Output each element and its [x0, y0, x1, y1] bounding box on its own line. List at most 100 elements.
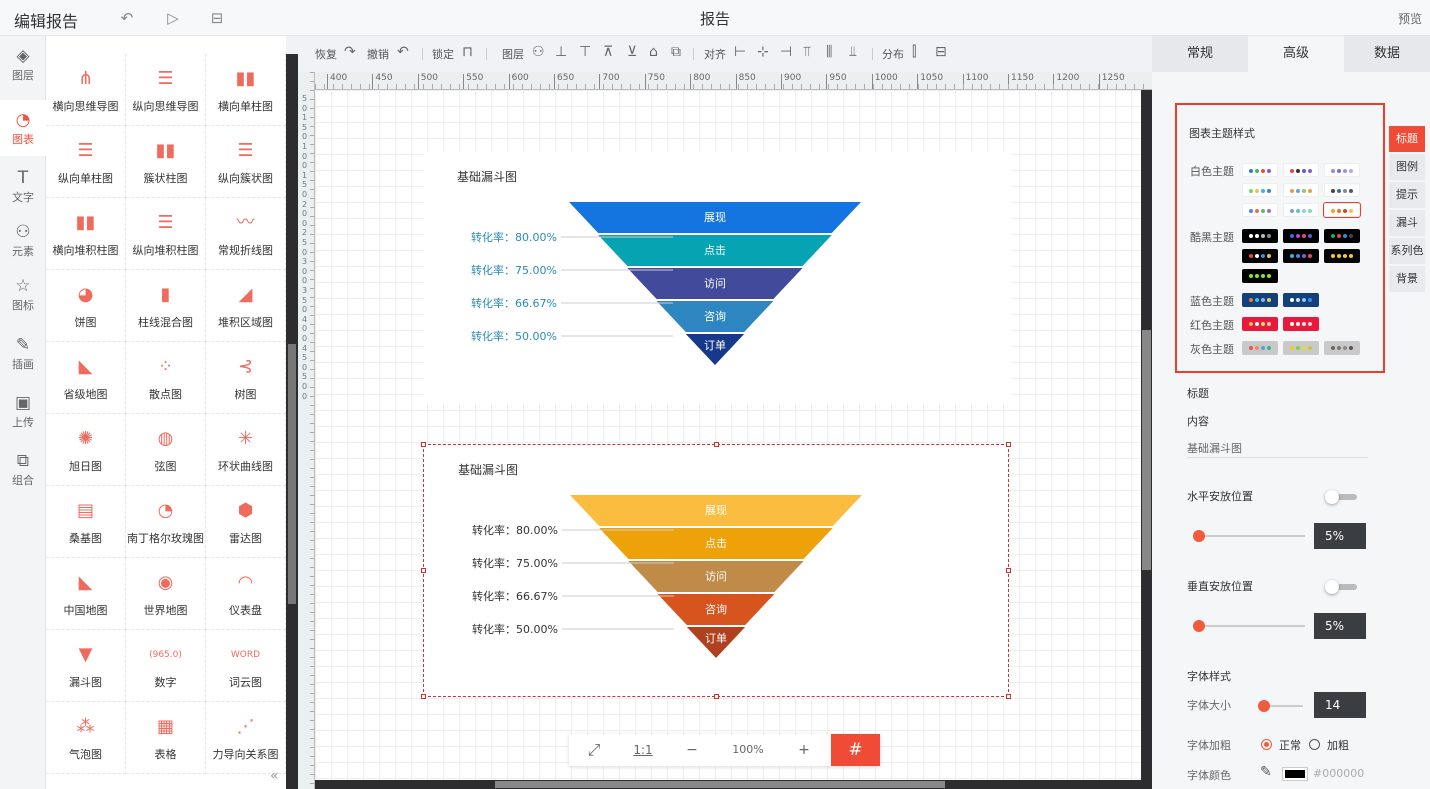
theme-swatch[interactable]	[1242, 163, 1278, 177]
font-size-slider[interactable]	[1257, 700, 1303, 712]
weight-bold-radio[interactable]	[1309, 739, 1320, 750]
resize-handle[interactable]	[1006, 568, 1011, 573]
align-center-icon[interactable]: ⊹	[757, 44, 769, 60]
theme-swatch[interactable]	[1283, 203, 1319, 217]
theme-swatch[interactable]	[1324, 341, 1360, 355]
resize-handle[interactable]	[714, 694, 719, 699]
component-line-chart[interactable]: 〰常规折线图	[206, 198, 286, 270]
resize-handle[interactable]	[421, 568, 426, 573]
theme-swatch[interactable]	[1242, 203, 1278, 217]
zoom-in-button[interactable]: +	[779, 734, 829, 766]
fit-screen-icon[interactable]: ⤢	[569, 734, 619, 766]
resize-handle[interactable]	[714, 442, 719, 447]
component-chord[interactable]: ◍ 弦图	[126, 414, 206, 486]
theme-swatch[interactable]	[1283, 317, 1319, 331]
theme-swatch[interactable]	[1242, 183, 1278, 197]
resize-handle[interactable]	[421, 442, 426, 447]
eyedropper-icon[interactable]: ✎	[1260, 764, 1272, 780]
preview-button[interactable]: 预览	[1398, 10, 1422, 27]
theme-swatch[interactable]	[1324, 183, 1360, 197]
h-position-input[interactable]: 5%	[1314, 523, 1366, 549]
actual-size-button[interactable]: 1:1	[619, 734, 667, 766]
funnel-chart-orange[interactable]: 基础漏斗图 展现 点击 访问 咨询 订单 转化率：80.00% 转化率：75.00% 转化率：…	[421, 442, 1011, 699]
font-color-value[interactable]: #000000	[1313, 767, 1364, 780]
align-top-icon[interactable]: ⫪	[803, 44, 811, 60]
tab-general[interactable]: 常规	[1152, 36, 1248, 72]
theme-swatch[interactable]	[1283, 341, 1319, 355]
side-tab-4[interactable]: 系列色	[1389, 238, 1425, 264]
theme-swatch[interactable]	[1324, 249, 1360, 263]
component-table[interactable]: ▦ 表格	[126, 702, 206, 774]
report-canvas[interactable]: 基础漏斗图 展现 点击 访问 咨询 订单 转化率：80.00% 转化率：75.00% 转化率：…	[315, 90, 1141, 780]
resize-handle[interactable]	[1006, 442, 1011, 447]
nav-text[interactable]: T 文字	[0, 158, 46, 214]
component-horizontal-mindmap[interactable]: ⋔ 横向思维导图	[46, 54, 126, 126]
nav-layers[interactable]: ◈ 图层	[0, 36, 46, 92]
component-china-map[interactable]: ◣ 中国地图	[46, 558, 126, 630]
theme-swatch[interactable]	[1324, 163, 1360, 177]
distribute-horizontal-icon[interactable]: ⫿	[912, 44, 916, 60]
theme-swatch[interactable]	[1242, 341, 1278, 355]
component-bar-chart[interactable]: ☰ 纵向单柱图	[46, 126, 126, 198]
delete-icon[interactable]: ⌂	[649, 44, 658, 60]
component-stacked-column[interactable]: ▮▮ 横向堆积柱图	[46, 198, 126, 270]
save-icon[interactable]: ⊟	[208, 9, 226, 27]
redo-icon[interactable]: ↷	[344, 44, 356, 60]
distribute-button[interactable]: 分布	[882, 46, 904, 62]
canvas-horizontal-scrollbar[interactable]	[315, 780, 1152, 789]
component-column-chart[interactable]: ▮▮ 横向单柱图	[206, 54, 286, 126]
collapse-panel-icon[interactable]: «	[270, 768, 279, 784]
nav-group[interactable]: ⧉ 组合	[0, 441, 46, 497]
side-tab-2[interactable]: 提示	[1389, 182, 1425, 208]
bring-forward-icon[interactable]: ⊥	[555, 44, 567, 60]
play-icon[interactable]: ▷	[164, 9, 182, 27]
theme-swatch[interactable]	[1324, 229, 1360, 243]
component-pie-chart[interactable]: ◕ 饼图	[46, 270, 126, 342]
nav-chart-pie[interactable]: ◔ 图表	[0, 100, 46, 156]
layer-group-icon[interactable]: ⚇	[532, 44, 545, 60]
component-area-chart[interactable]: ◢ 堆积区域图	[206, 270, 286, 342]
title-content-input[interactable]: 基础漏斗图	[1187, 440, 1368, 458]
nav-upload-image[interactable]: ▣ 上传	[0, 383, 46, 439]
grid-toggle-icon[interactable]: #	[831, 734, 880, 766]
align-left-icon[interactable]: ⊢	[734, 44, 746, 60]
v-position-input[interactable]: 5%	[1314, 613, 1366, 639]
funnel-chart-blue[interactable]: 基础漏斗图 展现 点击 访问 咨询 订单 转化率：80.00% 转化率：75.00% 转化率：…	[423, 152, 1011, 404]
theme-swatch[interactable]	[1283, 249, 1319, 263]
theme-swatch[interactable]	[1242, 229, 1278, 243]
lock-button[interactable]: 锁定	[432, 46, 454, 62]
component-nightingale-rose[interactable]: ◔ 南丁格尔玫瑰图	[126, 486, 206, 558]
align-button[interactable]: 对齐	[704, 46, 726, 62]
v-position-toggle[interactable]	[1325, 580, 1359, 594]
component-gauge[interactable]: ◠ 仪表盘	[206, 558, 286, 630]
component-globe[interactable]: ◉ 世界地图	[126, 558, 206, 630]
component-sankey[interactable]: ▤ 桑基图	[46, 486, 126, 558]
align-middle-icon[interactable]: ⫼	[826, 44, 832, 60]
component-clustered-bar[interactable]: ☰ 纵向簇状图	[206, 126, 286, 198]
theme-swatch[interactable]	[1242, 249, 1278, 263]
theme-swatch[interactable]	[1242, 269, 1278, 283]
undo-icon[interactable]: ↶	[397, 44, 409, 60]
tab-data[interactable]: 数据	[1344, 36, 1430, 72]
horizontal-scroll-thumb[interactable]	[495, 781, 945, 788]
weight-normal-radio[interactable]	[1261, 739, 1272, 750]
align-bottom-icon[interactable]: ⫫	[849, 44, 857, 60]
resize-handle[interactable]	[1006, 694, 1011, 699]
component-bubble[interactable]: ⁂ 气泡图	[46, 702, 126, 774]
component-sunburst[interactable]: ✺ 旭日图	[46, 414, 126, 486]
side-tab-0[interactable]: 标题	[1389, 126, 1425, 152]
component-radar[interactable]: ⬢ 雷达图	[206, 486, 286, 558]
theme-swatch[interactable]	[1242, 293, 1278, 307]
component-scatter[interactable]: ⁘ 散点图	[126, 342, 206, 414]
back-icon[interactable]: ↶	[118, 9, 136, 27]
component-radial-curve[interactable]: ✳ 环状曲线图	[206, 414, 286, 486]
tab-advanced[interactable]: 高级	[1248, 36, 1344, 72]
zoom-out-button[interactable]: −	[667, 734, 717, 766]
palette-scrollbar[interactable]	[286, 54, 298, 789]
theme-swatch[interactable]	[1242, 317, 1278, 331]
theme-swatch[interactable]	[1323, 202, 1361, 218]
bring-front-icon[interactable]: ⊼	[603, 44, 613, 60]
distribute-vertical-icon[interactable]: ⊟	[935, 44, 947, 60]
redo-button[interactable]: 恢复	[315, 46, 337, 62]
send-backward-icon[interactable]: ⊤	[579, 44, 591, 60]
